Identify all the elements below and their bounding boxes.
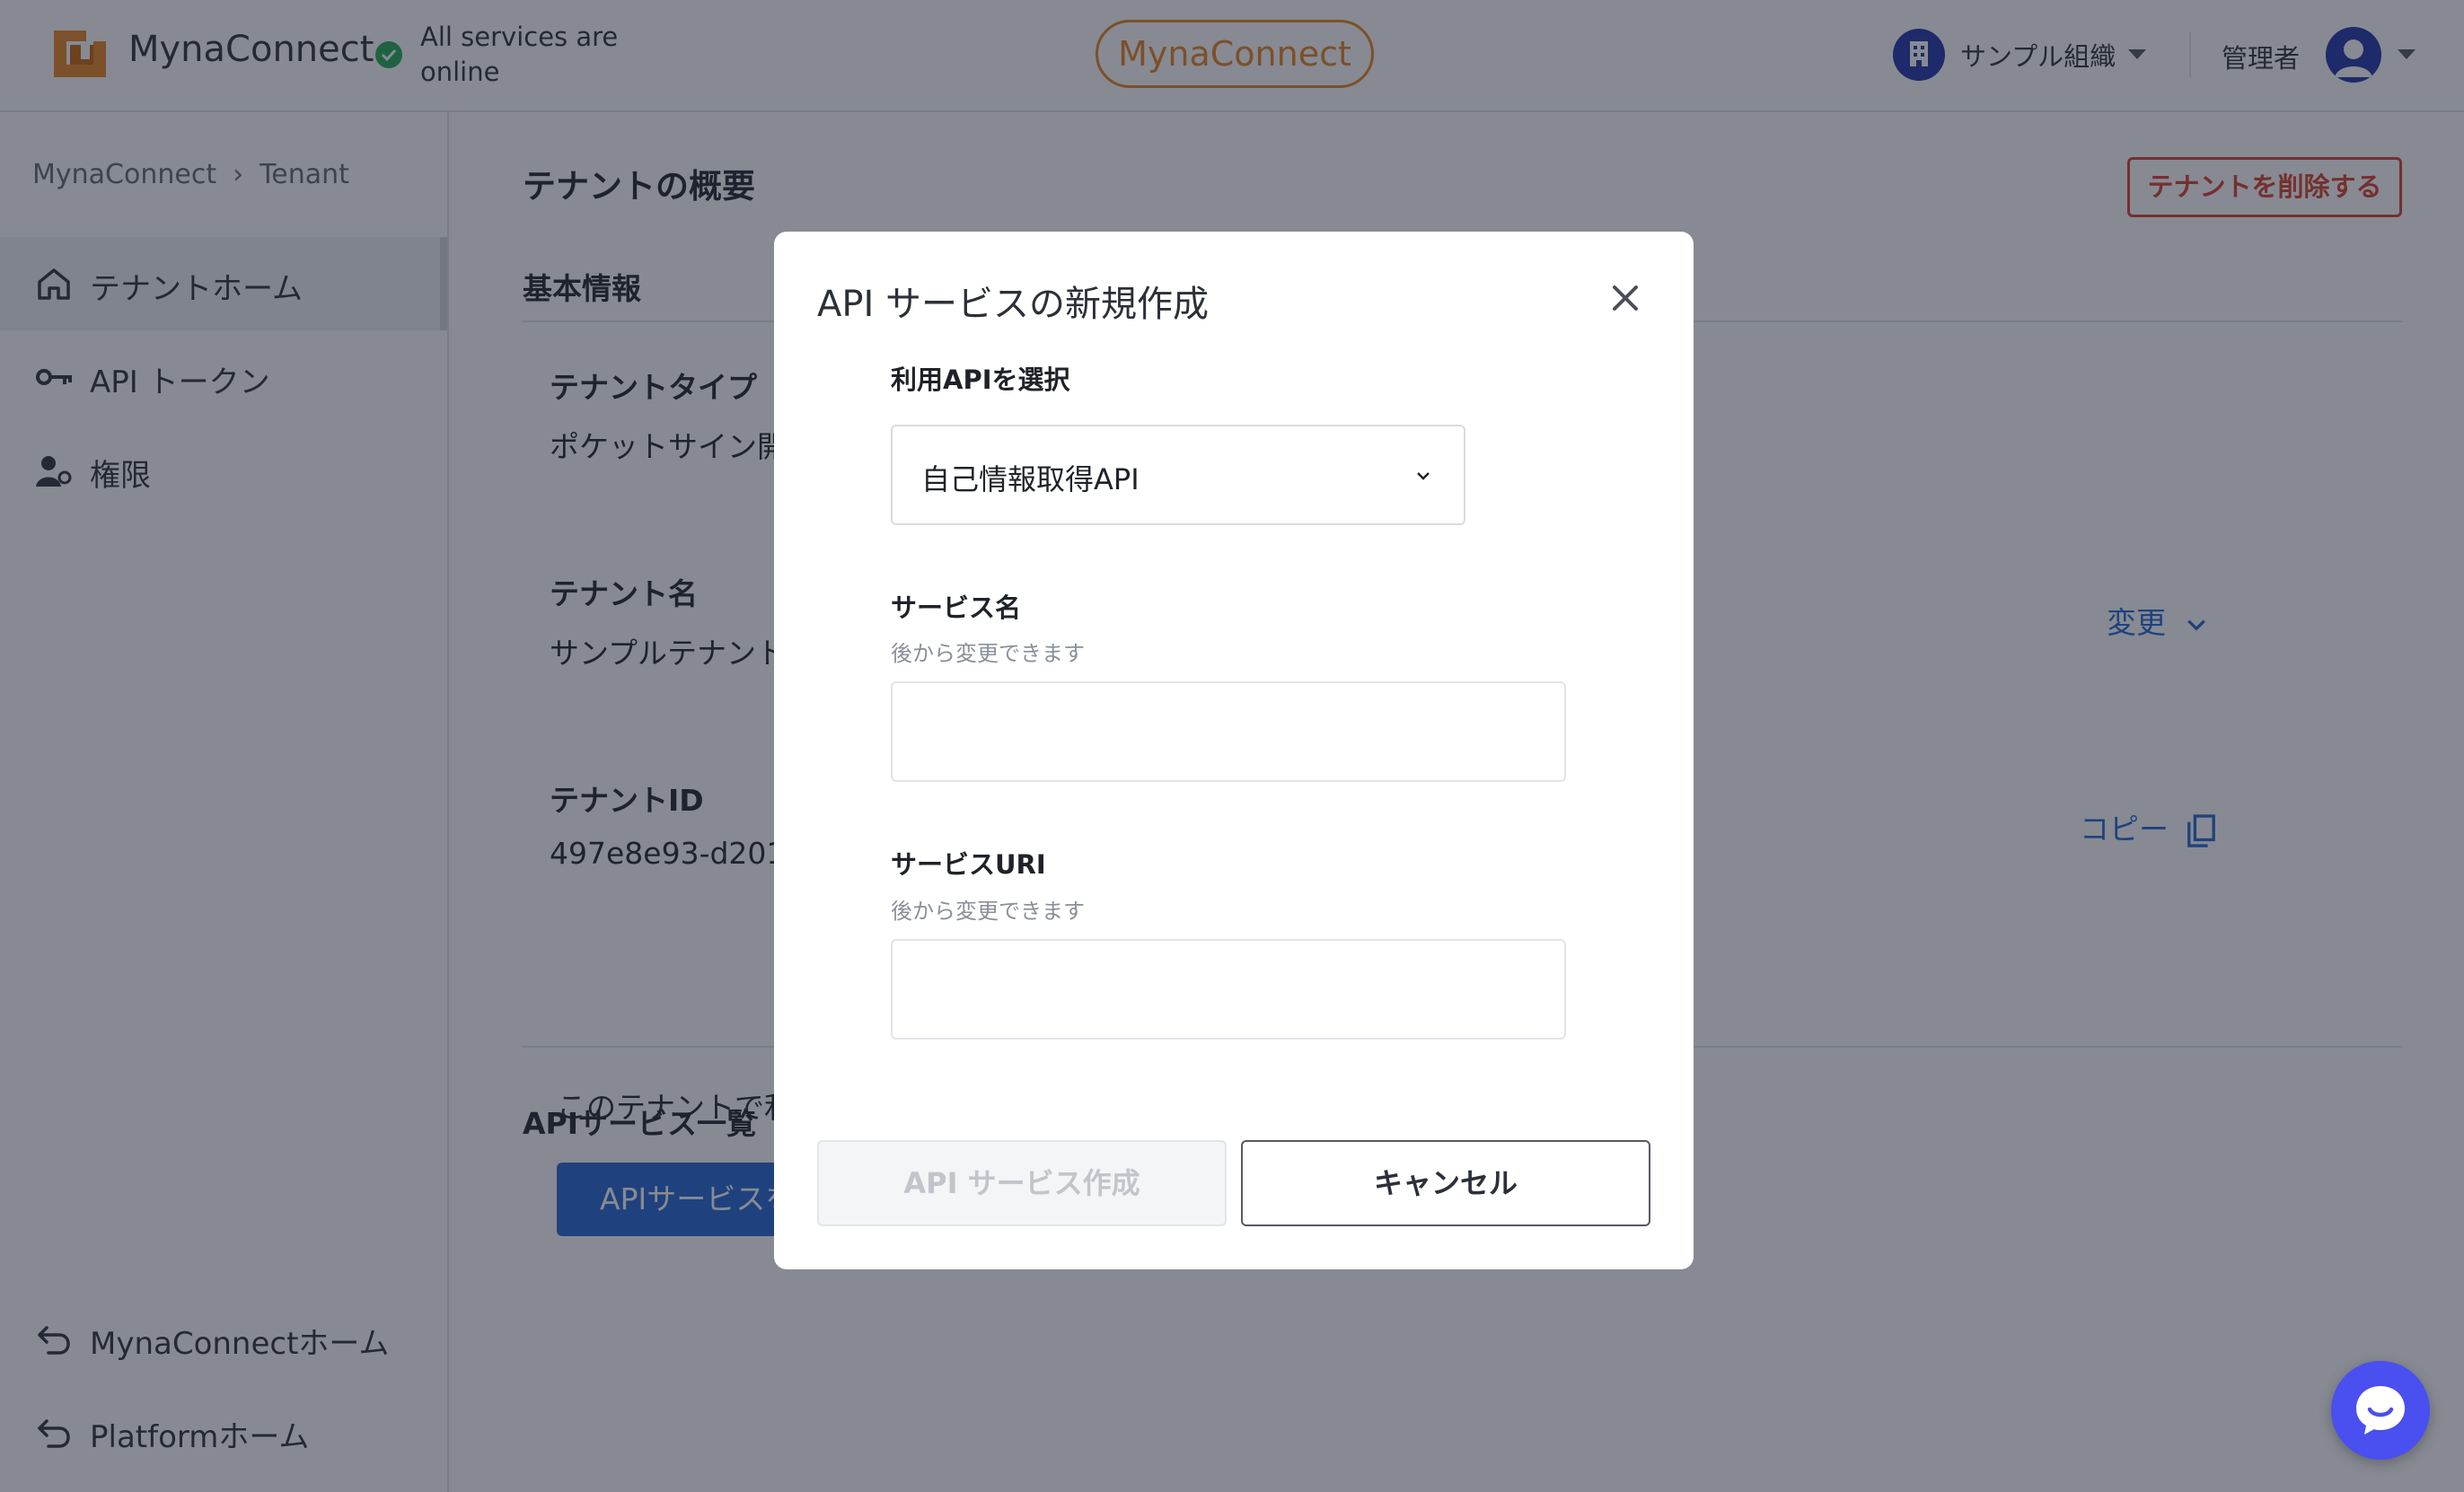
- cancel-button[interactable]: キャンセル: [1241, 1140, 1650, 1226]
- service-name-input[interactable]: [891, 681, 1566, 782]
- service-uri-hint: 後から変更できます: [891, 899, 1085, 924]
- api-select-label: 利用APIを選択: [891, 364, 1070, 395]
- api-select-dropdown[interactable]: 自己情報取得API: [891, 425, 1465, 525]
- support-chat-button[interactable]: [2331, 1361, 2430, 1460]
- chevron-down-icon: [1417, 472, 1430, 480]
- close-icon[interactable]: [1606, 278, 1645, 318]
- api-select-value: 自己情報取得API: [921, 462, 1140, 496]
- service-name-hint: 後から変更できます: [891, 641, 1085, 666]
- create-api-service-modal: API サービスの新規作成 利用APIを選択 自己情報取得API サービス名 後…: [774, 232, 1694, 1269]
- service-name-label: サービス名: [891, 592, 1022, 623]
- create-service-submit-button[interactable]: API サービス作成: [817, 1140, 1227, 1226]
- app-root: MynaConnect All services are online Myna…: [0, 0, 2464, 1492]
- modal-title: API サービスの新規作成: [817, 284, 1209, 325]
- service-uri-label: サービスURI: [891, 849, 1046, 880]
- chat-icon: [2356, 1386, 2405, 1435]
- service-uri-input[interactable]: [891, 939, 1566, 1040]
